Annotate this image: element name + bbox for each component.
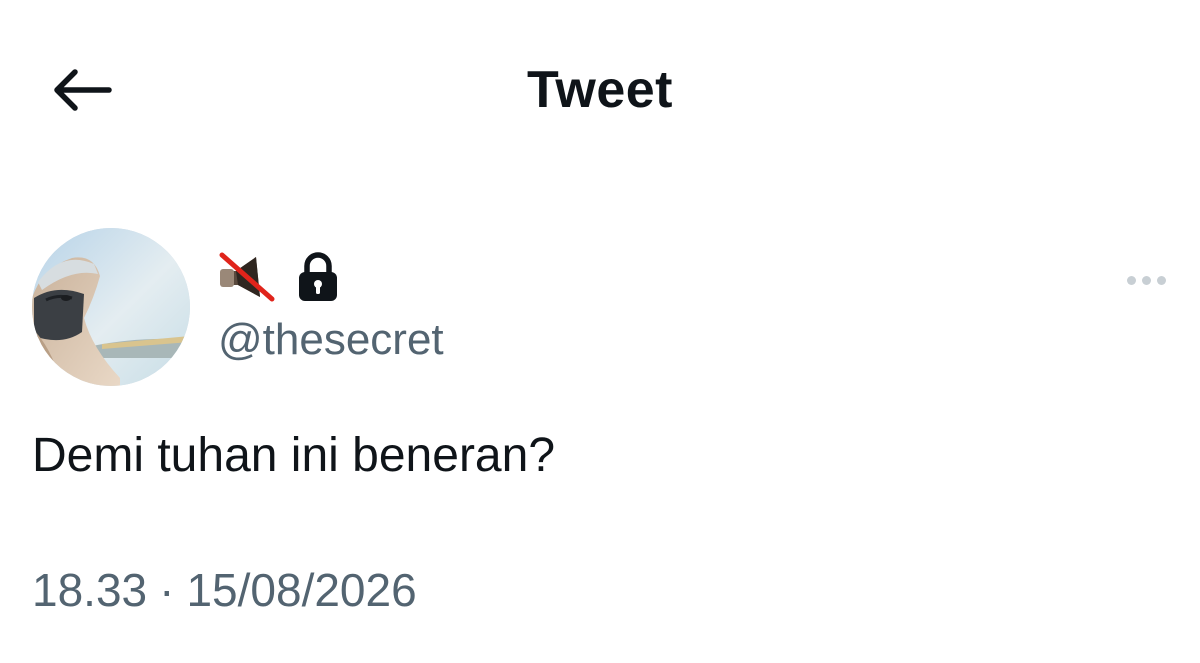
avatar[interactable] — [32, 228, 190, 386]
lock-icon — [299, 252, 337, 301]
more-horizontal-icon — [1126, 275, 1136, 285]
more-options-button[interactable] — [1120, 266, 1172, 294]
display-name[interactable] — [216, 250, 340, 304]
avatar-photo — [32, 228, 190, 386]
more-horizontal-icon — [1141, 275, 1151, 285]
tweet-text: Demi tuhan ini beneran? — [32, 429, 556, 482]
more-horizontal-icon — [1156, 275, 1166, 285]
tweet-date: 15/08/2026 — [186, 564, 417, 616]
timestamp-separator: · — [159, 564, 175, 616]
tweet-time: 18.33 — [32, 564, 148, 616]
top-bar: Tweet — [0, 0, 1200, 180]
tweet-detail: @thesecret Demi tuhan ini beneran? 18.33… — [0, 180, 1200, 663]
tweet-timestamp[interactable]: 18.33 · 15/08/2026 — [32, 562, 417, 618]
user-handle[interactable]: @thesecret — [218, 314, 444, 366]
muted-speaker-emoji-icon — [219, 252, 275, 302]
page-title: Tweet — [526, 61, 673, 119]
